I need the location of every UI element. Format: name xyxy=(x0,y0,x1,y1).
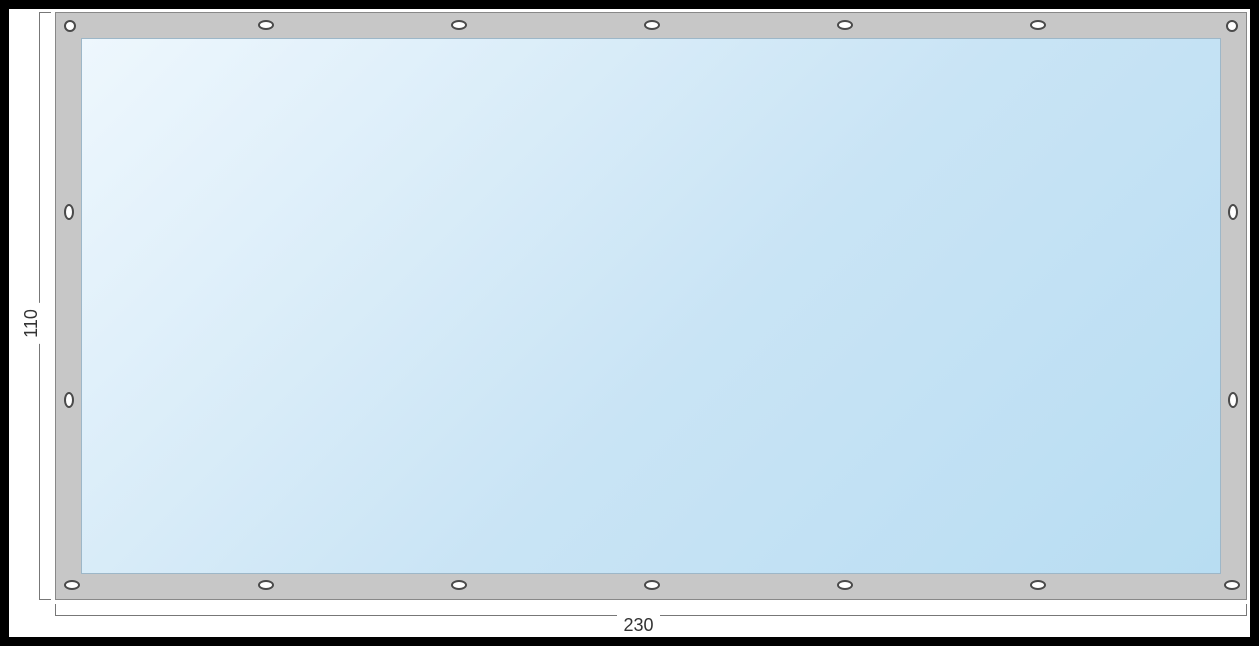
eyelet-icon xyxy=(258,20,274,30)
eyelet-icon xyxy=(837,20,853,30)
eyelet-icon xyxy=(1228,204,1238,220)
eyelet-icon xyxy=(451,580,467,590)
eyelet-corner-icon xyxy=(1226,20,1238,32)
dimension-width-label: 230 xyxy=(9,615,1259,636)
eyelet-icon xyxy=(837,580,853,590)
eyelet-corner-icon xyxy=(64,20,76,32)
eyelet-icon xyxy=(644,20,660,30)
dimension-height-label: 110 xyxy=(21,9,41,637)
eyelet-icon xyxy=(64,204,74,220)
dimension-width-value: 230 xyxy=(617,615,659,635)
eyelet-icon xyxy=(64,392,74,408)
eyelet-icon xyxy=(644,580,660,590)
dimension-height-value: 110 xyxy=(21,303,42,344)
eyelet-icon xyxy=(1228,392,1238,408)
eyelet-icon xyxy=(1030,20,1046,30)
eyelet-icon xyxy=(451,20,467,30)
eyelet-icon xyxy=(1030,580,1046,590)
eyelet-icon xyxy=(258,580,274,590)
eyelet-icon xyxy=(1224,580,1240,590)
eyelet-icon xyxy=(64,580,80,590)
diagram-canvas: 230 110 xyxy=(9,9,1250,637)
panel-glass xyxy=(81,38,1221,574)
